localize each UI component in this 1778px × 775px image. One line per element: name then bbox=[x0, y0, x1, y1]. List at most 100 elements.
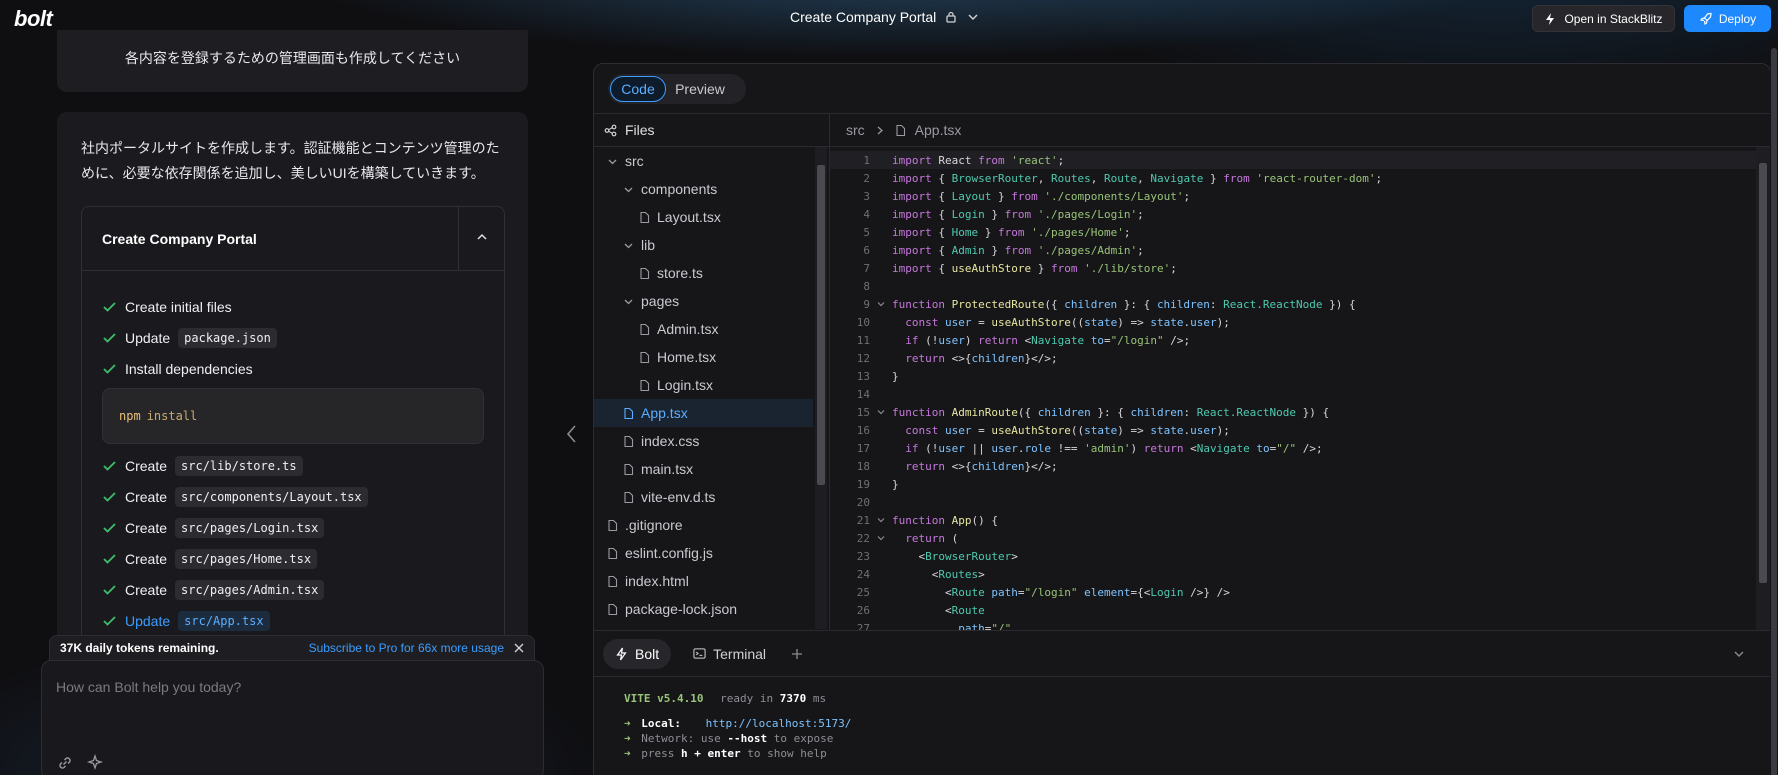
code-text: <Route path="/login" element={<Login />}… bbox=[892, 585, 1230, 599]
lock-icon[interactable] bbox=[944, 10, 958, 24]
project-title[interactable]: Create Company Portal bbox=[790, 9, 936, 25]
step-file-chip[interactable]: src/components/Layout.tsx bbox=[175, 486, 368, 507]
step-label: Create bbox=[125, 581, 168, 598]
step-file-chip[interactable]: src/pages/Login.tsx bbox=[175, 517, 325, 538]
checkmark-icon bbox=[102, 520, 117, 535]
code-text: function AdminRoute({ children }: { chil… bbox=[892, 405, 1330, 419]
bolt-logo[interactable]: bolt bbox=[14, 6, 53, 32]
tree-folder[interactable]: lib bbox=[594, 231, 813, 259]
close-icon[interactable] bbox=[514, 643, 524, 653]
tree-file[interactable]: Layout.tsx bbox=[594, 203, 813, 231]
project-title-area[interactable]: Create Company Portal bbox=[790, 9, 980, 25]
chevron-down-icon[interactable] bbox=[966, 10, 980, 24]
tree-folder[interactable]: src bbox=[594, 147, 813, 175]
line-number: 12 bbox=[856, 351, 870, 365]
tab-bolt-terminal[interactable]: Bolt bbox=[603, 638, 672, 669]
step-label: Create bbox=[125, 550, 168, 567]
tree-file[interactable]: index.html bbox=[594, 567, 813, 595]
deploy-button[interactable]: Deploy bbox=[1684, 5, 1771, 32]
code-line: 21 function App() { bbox=[830, 511, 1756, 529]
add-terminal-plus-icon[interactable] bbox=[790, 647, 804, 661]
step-create-layout: Create src/components/Layout.tsx bbox=[102, 481, 484, 512]
step-file-chip[interactable]: src/App.tsx bbox=[178, 610, 270, 631]
line-number: 27 bbox=[856, 621, 870, 631]
step-create-store: Create src/lib/store.ts bbox=[102, 450, 484, 481]
code-line: 9 function ProtectedRoute({ children }: {… bbox=[830, 295, 1756, 313]
step-label: Install dependencies bbox=[125, 360, 253, 377]
chevron-down-icon[interactable] bbox=[1732, 647, 1746, 661]
tree-file[interactable]: Home.tsx bbox=[594, 343, 813, 371]
breadcrumb-folder[interactable]: src bbox=[846, 122, 865, 138]
terminal-icon bbox=[693, 647, 706, 660]
chevron-down-icon bbox=[622, 239, 635, 252]
tree-file[interactable]: store.ts bbox=[594, 259, 813, 287]
checkmark-icon bbox=[102, 613, 117, 628]
tab-preview[interactable]: Preview bbox=[666, 76, 734, 102]
subscribe-link[interactable]: Subscribe to Pro for 66x more usage bbox=[309, 641, 504, 655]
editor-scroll-thumb[interactable] bbox=[1759, 163, 1767, 583]
artifact-header[interactable]: Create Company Portal bbox=[82, 207, 504, 271]
step-label: Create bbox=[125, 457, 168, 474]
breadcrumb-file[interactable]: App.tsx bbox=[915, 122, 962, 138]
collapse-chat-chevron-left-icon[interactable] bbox=[565, 423, 579, 445]
step-file-chip[interactable]: src/pages/Home.tsx bbox=[175, 548, 318, 569]
code-text: function ProtectedRoute({ children }: { … bbox=[892, 297, 1356, 311]
tree-folder[interactable]: pages bbox=[594, 287, 813, 315]
artifact-collapse-button[interactable] bbox=[458, 207, 504, 271]
code-text: <Route bbox=[892, 603, 985, 617]
page-scroll-thumb[interactable] bbox=[1771, 48, 1777, 775]
code-text: } bbox=[892, 369, 899, 383]
tree-file[interactable]: eslint.config.js bbox=[594, 539, 813, 567]
fold-chevron-icon[interactable] bbox=[870, 407, 892, 417]
step-file-chip[interactable]: src/pages/Admin.tsx bbox=[175, 579, 325, 600]
tree-file[interactable]: App.tsx bbox=[594, 399, 813, 427]
terminal-output[interactable]: VITE v5.4.10 ready in 7370 ms ➜ Local: h… bbox=[594, 677, 1770, 761]
tab-terminal[interactable]: Terminal bbox=[681, 639, 778, 669]
step-file-chip[interactable]: package.json bbox=[178, 327, 277, 348]
fold-chevron-icon[interactable] bbox=[870, 533, 892, 543]
fold-chevron-icon[interactable] bbox=[870, 515, 892, 525]
network-tail: to expose bbox=[773, 732, 834, 745]
tree-item-label: .gitignore bbox=[625, 517, 683, 533]
tab-terminal-label: Terminal bbox=[713, 645, 767, 662]
file-tree-scrollbar[interactable] bbox=[815, 147, 827, 629]
tree-file[interactable]: vite-env.d.ts bbox=[594, 483, 813, 511]
tree-item-label: main.tsx bbox=[641, 461, 694, 477]
code-area[interactable]: 1 import React from 'react'; 2 import { Bro… bbox=[830, 147, 1756, 630]
code-line: 18 return <>{children}</>; bbox=[830, 457, 1756, 475]
local-url[interactable]: http://localhost:5173/ bbox=[706, 717, 852, 730]
line-number: 23 bbox=[856, 549, 870, 563]
file-tree-scroll-thumb[interactable] bbox=[817, 165, 825, 485]
tree-icon bbox=[604, 124, 617, 137]
step-label: Create bbox=[125, 519, 168, 536]
code-line: 24 <Routes> bbox=[830, 565, 1756, 583]
tree-item-label: eslint.config.js bbox=[625, 545, 713, 561]
tree-file[interactable]: Login.tsx bbox=[594, 371, 813, 399]
tree-folder[interactable]: components bbox=[594, 175, 813, 203]
code-text: return ( bbox=[905, 531, 959, 545]
open-stackblitz-button[interactable]: Open in StackBlitz bbox=[1532, 5, 1675, 32]
press-keys: h + enter bbox=[681, 747, 741, 760]
tree-file[interactable]: main.tsx bbox=[594, 455, 813, 483]
prompt-box bbox=[41, 660, 544, 775]
line-number: 26 bbox=[856, 603, 870, 617]
arrow-icon: ➜ bbox=[624, 717, 631, 730]
artifact-title[interactable]: Create Company Portal bbox=[82, 231, 257, 247]
editor-scrollbar[interactable] bbox=[1756, 147, 1770, 630]
tab-code[interactable]: Code bbox=[610, 76, 666, 102]
code-line: 4 import { Login } from './pages/Login'; bbox=[830, 205, 1756, 223]
fold-chevron-icon[interactable] bbox=[870, 299, 892, 309]
tree-file[interactable]: Admin.tsx bbox=[594, 315, 813, 343]
tree-file[interactable]: index.css bbox=[594, 427, 813, 455]
attach-link-icon[interactable] bbox=[56, 754, 74, 772]
line-number: 22 bbox=[856, 531, 870, 545]
terminal-line: ➜ press h + enter to show help bbox=[624, 746, 1770, 761]
step-file-chip[interactable]: src/lib/store.ts bbox=[175, 455, 303, 476]
checkmark-icon bbox=[102, 299, 117, 314]
prompt-input[interactable] bbox=[56, 679, 526, 719]
page-scrollbar[interactable] bbox=[1770, 40, 1778, 775]
file-icon bbox=[638, 351, 651, 364]
sparkle-enhance-icon[interactable] bbox=[86, 754, 104, 772]
tree-file[interactable]: package-lock.json bbox=[594, 595, 813, 623]
tree-file[interactable]: .gitignore bbox=[594, 511, 813, 539]
